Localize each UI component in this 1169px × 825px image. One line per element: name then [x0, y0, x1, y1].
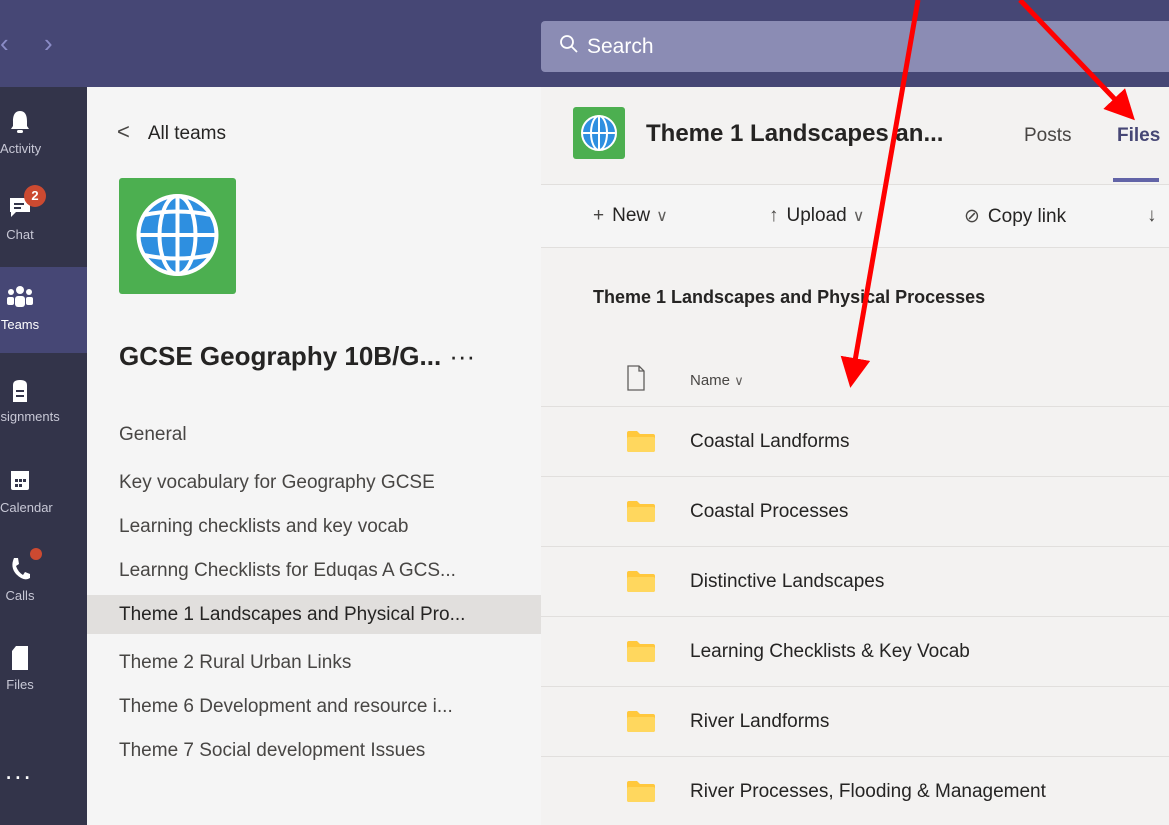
folder-icon: [627, 781, 655, 802]
rail-item-calls[interactable]: Calls: [0, 538, 87, 624]
folder-name: Learning Checklists & Key Vocab: [690, 641, 970, 662]
folder-row[interactable]: Coastal Processes: [541, 477, 1169, 547]
folder-row[interactable]: Learning Checklists & Key Vocab: [541, 617, 1169, 687]
tab-files[interactable]: Files: [1117, 125, 1160, 147]
channel-header: Theme 1 Landscapes an... Posts Files: [541, 87, 1169, 184]
link-icon: ⊘: [964, 206, 980, 227]
folder-name: River Landforms: [690, 711, 830, 732]
folder-row[interactable]: Distinctive Landscapes: [541, 547, 1169, 617]
rail-label: Activity: [0, 141, 42, 156]
upload-icon: ↑: [769, 205, 779, 226]
new-button[interactable]: + New ∨: [593, 205, 668, 227]
folder-name: Coastal Processes: [690, 501, 849, 522]
rail-label: ssignments: [0, 409, 60, 424]
calls-dot: [30, 548, 42, 560]
chat-icon: 2: [8, 185, 46, 223]
more-apps-button[interactable]: ...: [0, 755, 87, 786]
channel-item[interactable]: Learning checklists and key vocab: [87, 507, 541, 546]
channel-item[interactable]: Theme 6 Development and resource i...: [87, 687, 541, 726]
teams-icon: [7, 285, 33, 313]
folder-row[interactable]: River Processes, Flooding & Management: [541, 757, 1169, 825]
rail-label: Calls: [5, 588, 35, 603]
copy-link-label: Copy link: [987, 206, 1067, 227]
channel-item[interactable]: General: [87, 415, 541, 454]
rail-item-calendar[interactable]: Calendar: [0, 450, 87, 536]
back-nav-button[interactable]: ‹: [0, 28, 9, 58]
teams-window: ‹ › Search Activity 2 Chat Teams ssignme…: [0, 0, 1169, 825]
new-label: New: [612, 205, 651, 226]
document-type-icon: [626, 365, 646, 396]
upload-label: Upload: [786, 205, 847, 226]
chevron-down-icon: ∨: [852, 208, 865, 225]
rail-item-files[interactable]: Files: [0, 627, 87, 713]
globe-icon: [581, 115, 617, 151]
download-icon: ↓: [1147, 205, 1157, 226]
channel-title: Theme 1 Landscapes an...: [646, 120, 944, 147]
app-rail: Activity 2 Chat Teams ssignments Calenda…: [0, 87, 87, 825]
download-button[interactable]: ↓: [1147, 205, 1165, 227]
folder-name: River Processes, Flooding & Management: [690, 781, 1046, 802]
rail-label: Calendar: [0, 500, 53, 515]
folder-breadcrumb: Theme 1 Landscapes and Physical Processe…: [593, 287, 986, 307]
channel-item[interactable]: Theme 7 Social development Issues: [87, 731, 541, 770]
forward-nav-button[interactable]: ›: [44, 28, 53, 58]
channel-logo: [573, 107, 625, 159]
channel-item[interactable]: Theme 2 Rural Urban Links: [87, 643, 541, 682]
chevron-left-icon: <: [117, 119, 130, 144]
channel-item[interactable]: Learnng Checklists for Eduqas A GCS...: [87, 551, 541, 590]
all-teams-link[interactable]: < All teams: [117, 119, 226, 145]
copy-link-button[interactable]: ⊘ Copy link: [964, 205, 1066, 228]
folder-icon: [627, 571, 655, 592]
team-name: GCSE Geography 10B/G... ···: [119, 341, 475, 372]
rail-label: Chat: [6, 227, 34, 242]
folder-icon: [627, 431, 655, 452]
file-icon: [10, 645, 30, 673]
folder-icon: [627, 711, 655, 732]
calendar-icon: [9, 468, 31, 496]
active-tab-indicator: [1113, 178, 1159, 182]
assignments-icon: [9, 377, 31, 405]
team-more-button[interactable]: ···: [449, 341, 475, 371]
files-toolbar: + New ∨ ↑ Upload ∨ ⊘ Copy link ↓: [541, 184, 1169, 248]
search-input[interactable]: Search: [541, 21, 1169, 72]
rail-label: Teams: [0, 317, 40, 332]
team-logo: [119, 178, 236, 294]
search-icon: [559, 22, 579, 73]
folder-row[interactable]: Coastal Landforms: [541, 407, 1169, 477]
chat-badge: 2: [24, 185, 46, 207]
title-bar: ‹ › Search: [0, 0, 1169, 87]
team-name-label: GCSE Geography 10B/G...: [119, 341, 442, 371]
phone-icon: [8, 548, 42, 584]
folder-icon: [627, 501, 655, 522]
name-column-header[interactable]: Name ∨: [690, 372, 744, 389]
chevron-down-icon: ∨: [656, 208, 668, 225]
channel-content: Theme 1 Landscapes an... Posts Files + Ne…: [541, 87, 1169, 825]
rail-item-chat[interactable]: 2 Chat: [0, 177, 87, 263]
rail-item-assignments[interactable]: ssignments: [0, 359, 87, 445]
globe-icon: [136, 194, 219, 276]
all-teams-label: All teams: [147, 123, 226, 144]
upload-button[interactable]: ↑ Upload ∨: [769, 205, 864, 227]
rail-item-activity[interactable]: Activity: [0, 91, 87, 177]
folder-name: Coastal Landforms: [690, 431, 850, 452]
chevron-down-icon: ∨: [734, 373, 744, 388]
file-list-header: Name ∨: [541, 352, 1169, 407]
name-column-label: Name: [690, 372, 731, 389]
channel-item-selected[interactable]: Theme 1 Landscapes and Physical Pro...: [87, 595, 541, 634]
bell-icon: [9, 109, 31, 137]
rail-item-teams[interactable]: Teams: [0, 267, 87, 353]
plus-icon: +: [593, 205, 605, 226]
folder-row[interactable]: River Landforms: [541, 687, 1169, 757]
folder-name: Distinctive Landscapes: [690, 571, 885, 592]
team-panel: < All teams GCSE Geography 10B/G... ··· Ge…: [87, 87, 541, 825]
folder-icon: [627, 641, 655, 662]
tab-posts[interactable]: Posts: [1024, 125, 1072, 147]
rail-label: Files: [6, 677, 34, 692]
channel-item[interactable]: Key vocabulary for Geography GCSE: [87, 463, 541, 502]
search-placeholder: Search: [587, 35, 654, 58]
